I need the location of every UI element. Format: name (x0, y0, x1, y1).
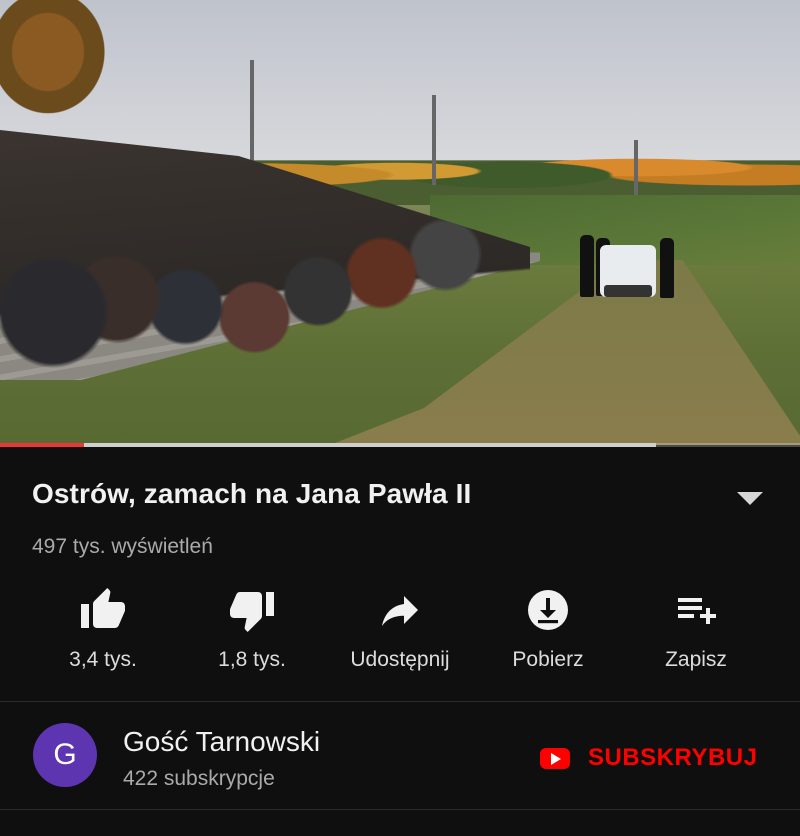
share-label: Udostępnij (350, 648, 450, 671)
action-bar: 3,4 tys. 1,8 tys. Udostępnij Pobierz Zap… (0, 580, 800, 680)
video-player[interactable] (0, 0, 800, 445)
video-played (0, 443, 84, 447)
download-label: Pobierz (512, 648, 584, 671)
divider (0, 701, 800, 702)
video-tree (0, 0, 120, 130)
subscribe-label: SUBSKRYBUJ (588, 744, 758, 771)
thumbs-up-icon (81, 588, 125, 628)
share-icon (382, 596, 418, 626)
dislike-button[interactable]: 1,8 tys. (177, 580, 327, 680)
share-button[interactable]: Udostępnij (325, 580, 475, 680)
playlist-add-icon (678, 598, 716, 624)
video-person (580, 235, 594, 297)
channel-avatar[interactable]: G (33, 723, 97, 787)
video-utility-pole (432, 95, 436, 185)
thumbs-down-icon (230, 592, 274, 632)
download-button[interactable]: Pobierz (473, 580, 623, 680)
video-progress-bar[interactable] (0, 443, 800, 447)
view-count: 497 tys. wyświetleń (32, 535, 213, 558)
channel-name[interactable]: Gość Tarnowski (123, 726, 320, 758)
save-label: Zapisz (665, 648, 727, 671)
save-button[interactable]: Zapisz (621, 580, 771, 680)
video-title: Ostrów, zamach na Jana Pawła II (32, 478, 472, 509)
subscriber-count: 422 subskrypcje (123, 767, 275, 790)
subscribe-button[interactable]: SUBSKRYBUJ (540, 738, 757, 778)
youtube-logo-icon (540, 747, 570, 769)
video-cart (600, 245, 656, 297)
divider (0, 809, 800, 810)
download-icon (528, 590, 568, 630)
video-person (660, 238, 674, 298)
video-buffered (0, 443, 656, 447)
chevron-down-icon[interactable] (736, 490, 764, 506)
dislike-count: 1,8 tys. (218, 648, 286, 671)
like-count: 3,4 tys. (69, 648, 137, 671)
like-button[interactable]: 3,4 tys. (28, 580, 178, 680)
